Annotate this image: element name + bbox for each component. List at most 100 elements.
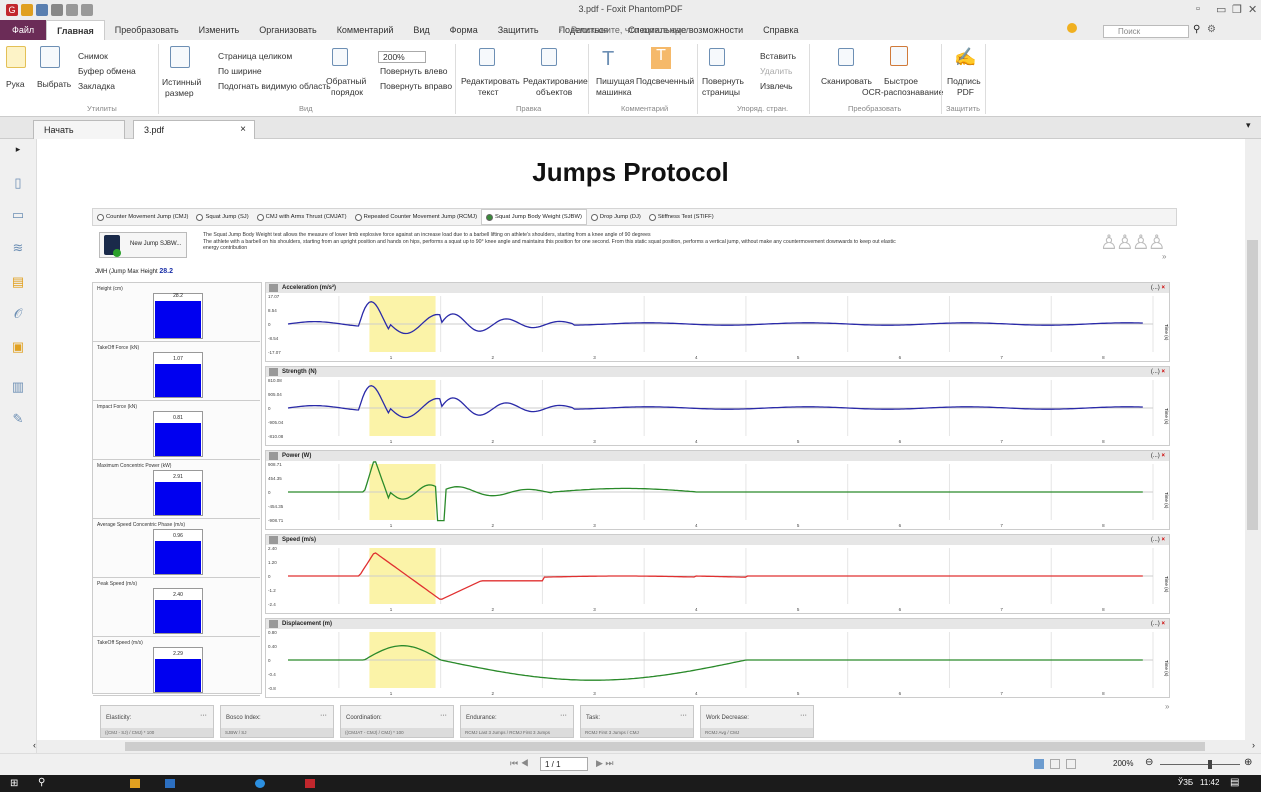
rotate-left-button[interactable]: Повернуть влево [380, 66, 448, 76]
tab-3pdf[interactable]: 3.pdf × [133, 120, 255, 139]
select-tool-icon[interactable] [40, 46, 60, 68]
rotate-right-button[interactable]: Повернуть вправо [380, 81, 452, 91]
test-tab-sj[interactable]: Squat Jump (SJ) [192, 213, 252, 221]
card-menu-icon[interactable]: ··· [440, 712, 447, 719]
tab-close-icon[interactable]: × [240, 124, 246, 135]
test-tab-stiff[interactable]: Stiffness Test (STIFF) [645, 213, 718, 221]
tell-me-input[interactable]: Расскажите, что хотите сдел [571, 25, 691, 35]
fit-width-button[interactable]: По ширине [218, 66, 262, 76]
zoom-slider[interactable] [1160, 764, 1240, 765]
sign-pdf-label-2[interactable]: PDF [957, 87, 974, 97]
reverse-order-label-1[interactable]: Обратный [326, 76, 366, 86]
test-tab-rcmj[interactable]: Repeated Counter Movement Jump (RCMJ) [351, 213, 481, 221]
chart-close-icon[interactable]: × [1161, 285, 1165, 291]
extract-button[interactable]: Извлечь [760, 81, 793, 91]
test-tab-sjbw[interactable]: Squat Jump Body Weight (SJBW) [481, 209, 587, 225]
zoom-in-icon[interactable]: ⊕ [1244, 757, 1252, 768]
edit-object-label-2[interactable]: объектов [536, 87, 572, 97]
expand-icon[interactable]: » [1162, 252, 1166, 261]
continuous-icon[interactable] [1050, 759, 1060, 769]
bookmark-button[interactable]: Закладка [78, 81, 115, 91]
card-menu-icon[interactable]: ··· [320, 712, 327, 719]
index-card[interactable]: Task: ··· RCMJ First 3 Jumps / CMJ [580, 705, 694, 738]
clipboard-button[interactable]: Буфер обмена [78, 66, 136, 76]
ocr-label-2[interactable]: OCR-распознавание [862, 87, 943, 97]
chart-options[interactable]: (...) [1151, 621, 1160, 627]
edit-text-icon[interactable] [479, 48, 495, 66]
hand-tool-icon[interactable] [6, 46, 26, 68]
comments-icon[interactable]: ▤ [10, 274, 26, 290]
collapse-icon[interactable]: » [1165, 702, 1169, 711]
feedback-icon[interactable] [1067, 23, 1077, 33]
browser-icon[interactable] [255, 779, 265, 788]
menu-view[interactable]: Вид [403, 25, 439, 35]
menu-help[interactable]: Справка [753, 25, 808, 35]
zoom-out-icon[interactable]: ⊖ [1145, 757, 1153, 768]
sign-pdf-icon[interactable]: ✍ [954, 47, 976, 68]
settings-icon[interactable]: ⚙ [1207, 24, 1216, 35]
menu-file[interactable]: Файл [0, 20, 47, 40]
rotate-pages-label-2[interactable]: страницы [702, 87, 740, 97]
fields-icon[interactable]: ▥ [10, 379, 26, 395]
attachments-icon[interactable]: 𝒪 [10, 306, 26, 322]
snapshot-button[interactable]: Снимок [78, 51, 108, 61]
index-card[interactable]: Coordination: ··· ((CMJAT - CMJ) / CMJ) * … [340, 705, 454, 738]
fit-page-button[interactable]: Страница целиком [218, 51, 292, 61]
app-icon[interactable] [165, 779, 175, 788]
layers-icon[interactable]: ≋ [10, 240, 26, 256]
scan-icon[interactable] [838, 48, 854, 66]
test-tab-cmjat[interactable]: CMJ with Arms Thrust (CMJAT) [253, 213, 351, 221]
single-page-icon[interactable] [1034, 759, 1044, 769]
zoom-slider-thumb[interactable] [1208, 760, 1212, 769]
chart-controls[interactable]: (...) × [1151, 367, 1165, 377]
chart-controls[interactable]: (...) × [1151, 535, 1165, 545]
next-page-icon[interactable]: ▶ ⏭ [596, 758, 614, 769]
menu-organize[interactable]: Организовать [249, 25, 326, 35]
restore-icon[interactable]: ❐ [1232, 3, 1242, 16]
ribbon-display-icon[interactable]: ▫ [1196, 3, 1200, 15]
scroll-right-icon[interactable]: › [1252, 740, 1255, 750]
chart-options[interactable]: (...) [1151, 369, 1160, 375]
edit-text-label-2[interactable]: текст [478, 87, 498, 97]
security-icon[interactable]: ▣ [10, 339, 26, 355]
chart-controls[interactable]: (...) × [1151, 451, 1165, 461]
index-card[interactable]: Endurance: ··· RCMJ Last 3 Jumps / RCMJ Fi… [460, 705, 574, 738]
zoom-select[interactable]: 200% [378, 51, 426, 63]
chart-controls[interactable]: (...) × [1151, 619, 1165, 629]
language-indicator[interactable]: ЎЗБ [1178, 778, 1193, 787]
menu-protect[interactable]: Защитить [488, 25, 549, 35]
expand-panel-icon[interactable]: ▸ [10, 141, 26, 157]
test-tab-dj[interactable]: Drop Jump (DJ) [587, 213, 645, 221]
foxit-taskbar-icon[interactable] [305, 779, 315, 788]
typewriter-label-1[interactable]: Пишущая [596, 76, 634, 86]
typewriter-icon[interactable]: T [602, 48, 614, 71]
card-menu-icon[interactable]: ··· [200, 712, 207, 719]
select-tool-label[interactable]: Выбрать [37, 79, 71, 89]
index-card[interactable]: Work Decrease: ··· RCMJ Avg / CMJ [700, 705, 814, 738]
close-icon[interactable]: ✕ [1248, 3, 1257, 16]
pages-icon[interactable]: ▭ [10, 207, 26, 223]
first-page-icon[interactable]: ⏮ ◀ [510, 758, 529, 769]
page-number-input[interactable]: 1 / 1 [540, 757, 588, 771]
chart-close-icon[interactable]: × [1161, 369, 1165, 375]
search-icon[interactable]: ⚲ [38, 777, 45, 788]
chart-close-icon[interactable]: × [1161, 537, 1165, 543]
card-menu-icon[interactable]: ··· [800, 712, 807, 719]
test-tab-cmj[interactable]: Counter Movement Jump (CMJ) [93, 213, 192, 221]
hand-tool-label[interactable]: Рука [6, 79, 25, 89]
menu-edit[interactable]: Изменить [189, 25, 250, 35]
chart-options[interactable]: (...) [1151, 453, 1160, 459]
reverse-order-label-2[interactable]: порядок [331, 87, 363, 97]
ocr-label-1[interactable]: Быстрое [884, 76, 918, 86]
edit-text-label-1[interactable]: Редактировать [461, 76, 520, 86]
zoom-level[interactable]: 200% [1113, 759, 1133, 768]
edit-object-label-1[interactable]: Редактирование [523, 76, 588, 86]
vertical-scroll-thumb[interactable] [1247, 240, 1258, 530]
rotate-pages-icon[interactable] [709, 48, 725, 66]
minimize-icon[interactable]: ▭ [1216, 3, 1226, 16]
chart-options[interactable]: (...) [1151, 285, 1160, 291]
highlight-label[interactable]: Подсвеченный [636, 76, 694, 86]
insert-button[interactable]: Вставить [760, 51, 796, 61]
search-input[interactable]: Поиск [1103, 25, 1189, 38]
chart-controls[interactable]: (...) × [1151, 283, 1165, 293]
